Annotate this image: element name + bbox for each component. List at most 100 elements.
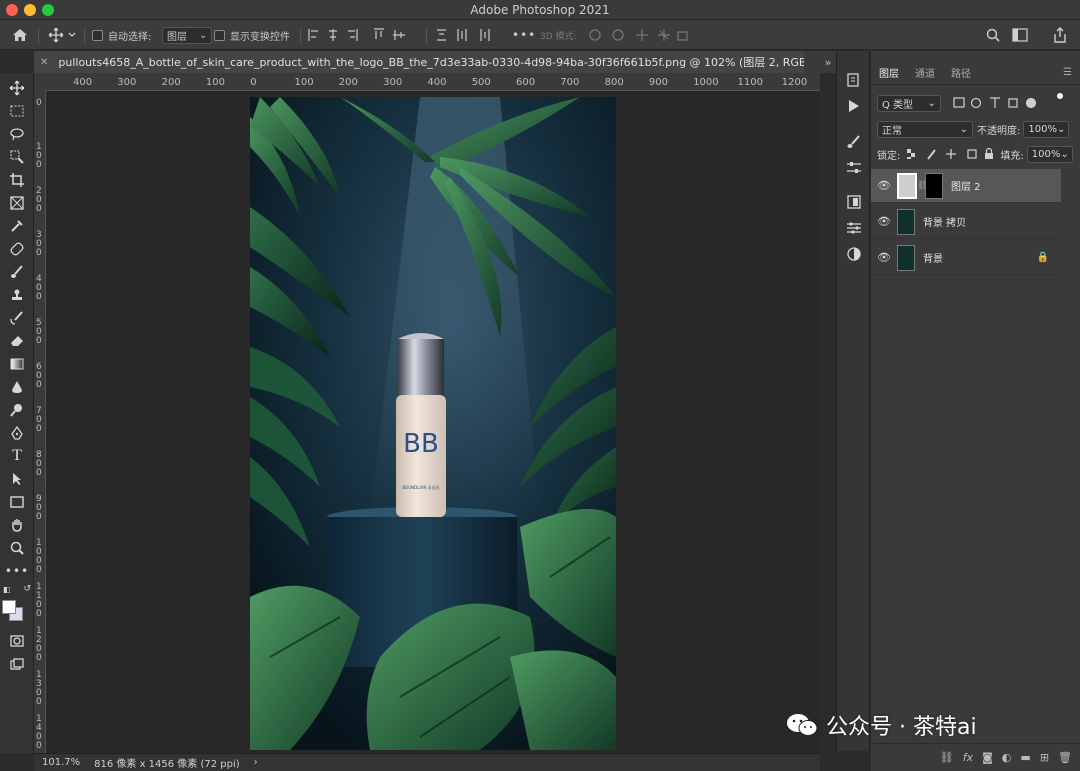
workspace-icon[interactable]	[1012, 26, 1028, 44]
marquee-tool-icon[interactable]	[5, 101, 29, 121]
trash-icon[interactable]: 🗑	[1058, 751, 1072, 764]
pen-tool-icon[interactable]	[5, 423, 29, 443]
history-brush-tool-icon[interactable]	[5, 308, 29, 328]
default-colors-icon[interactable]: ◧ ↺	[3, 583, 31, 595]
collapse-panels-icon[interactable]: »	[820, 51, 836, 73]
ruler-tick-label: 1 0 0 0	[36, 538, 42, 575]
hand-tool-icon[interactable]	[5, 515, 29, 535]
more-options-button[interactable]: •••	[512, 26, 536, 44]
zoom-tool-icon[interactable]	[5, 538, 29, 558]
auto-select-label: 自动选择:	[108, 31, 152, 43]
auto-select-target-value: 图层	[167, 31, 187, 43]
layer-row[interactable]: 👁 ⛓ 图层 2	[871, 169, 1061, 203]
panel-menu-icon[interactable]: ☰	[1063, 67, 1072, 78]
adjustment-icon[interactable]: ◐	[1002, 751, 1012, 764]
bottle-logo-text: BB	[403, 429, 439, 459]
close-tab-icon[interactable]: ✕	[40, 57, 48, 68]
crop-tool-icon[interactable]	[5, 170, 29, 190]
layer-row[interactable]: 👁 背景 拷贝	[871, 205, 1061, 239]
layer-name: 背景	[923, 254, 943, 265]
show-transform-label: 显示变换控件	[230, 31, 290, 43]
play-actions-icon[interactable]	[845, 97, 863, 115]
move-tool-icon[interactable]	[48, 26, 76, 44]
adjustments-panel-icon[interactable]	[845, 219, 863, 237]
layer-name: 图层 2	[951, 182, 981, 193]
eye-icon[interactable]: 👁	[871, 179, 897, 192]
align-icons[interactable]	[308, 28, 418, 42]
layer-filter-row: Q 类型 ⌄	[871, 92, 1080, 114]
checkbox-box[interactable]	[214, 29, 225, 41]
layer-row[interactable]: 👁 背景 🔒	[871, 241, 1061, 275]
share-icon[interactable]	[1052, 26, 1068, 44]
styles-panel-icon[interactable]	[845, 245, 863, 263]
tab-paths[interactable]: 路径	[951, 65, 971, 80]
lock-label: 锁定:	[877, 150, 901, 162]
gradient-tool-icon[interactable]	[5, 354, 29, 374]
move-tool-icon[interactable]	[5, 78, 29, 98]
properties-panel-icon[interactable]	[845, 193, 863, 211]
eraser-tool-icon[interactable]	[5, 331, 29, 351]
blur-tool-icon[interactable]	[5, 377, 29, 397]
layer-name: 背景 拷贝	[923, 218, 967, 229]
search-icon[interactable]	[986, 26, 1000, 44]
healing-brush-tool-icon[interactable]	[5, 239, 29, 259]
dodge-tool-icon[interactable]	[5, 400, 29, 420]
brush-settings-icon[interactable]	[845, 133, 863, 151]
quick-mask-icon[interactable]	[5, 631, 29, 651]
tab-channels[interactable]: 通道	[915, 65, 935, 80]
filter-icons[interactable]	[953, 93, 1063, 109]
3d-mode-label: 3D 模式:	[540, 31, 577, 42]
checkbox-box[interactable]	[92, 29, 103, 41]
tool-presets-icon[interactable]	[845, 159, 863, 177]
auto-select-checkbox[interactable]: 自动选择:	[92, 26, 151, 44]
edit-toolbar-icon[interactable]: •••	[5, 561, 29, 581]
home-icon[interactable]	[12, 26, 28, 44]
vertical-ruler: 0 1 0 0 2 0 0 3 0 0 4 0 0 5 0 0 6 0 0 7 0 0 8 0 …	[34, 91, 46, 753]
fill-input[interactable]: 100% ⌄	[1026, 145, 1073, 163]
new-layer-icon[interactable]: ⊞	[1040, 751, 1049, 764]
link-icon[interactable]: ⛓	[940, 751, 954, 764]
history-panel-icon[interactable]	[845, 71, 863, 89]
opacity-input[interactable]: 100% ⌄	[1023, 120, 1070, 138]
eye-icon[interactable]: 👁	[871, 215, 897, 228]
ruler-tick-label: 1100	[737, 77, 763, 88]
document-tab[interactable]: ✕ pullouts4658_A_bottle_of_skin_care_pro…	[34, 51, 804, 73]
frame-tool-icon[interactable]	[5, 193, 29, 213]
brush-tool-icon[interactable]	[5, 262, 29, 282]
rectangle-tool-icon[interactable]	[5, 492, 29, 512]
ruler-tick-label: 0	[36, 98, 42, 108]
filter-toggle-icon[interactable]	[1057, 93, 1063, 99]
chevron-down-icon: ⌄	[927, 97, 936, 109]
lasso-tool-icon[interactable]	[5, 124, 29, 144]
status-menu-arrow[interactable]: ›	[254, 757, 258, 768]
mask-icon[interactable]: ◙	[982, 751, 993, 764]
type-tool-icon[interactable]: T	[5, 446, 29, 466]
lock-icons[interactable]	[906, 148, 994, 160]
show-transform-checkbox[interactable]: 显示变换控件	[214, 26, 290, 44]
chevron-down-icon: ⌄	[1056, 123, 1066, 135]
path-selection-tool-icon[interactable]	[5, 469, 29, 489]
wechat-icon	[787, 714, 818, 736]
fx-icon[interactable]: fx	[963, 751, 973, 764]
layer-thumbnail	[897, 208, 915, 235]
folder-icon[interactable]: ▬	[1020, 751, 1030, 764]
layer-filter-dropdown[interactable]: Q 类型 ⌄	[877, 94, 941, 112]
quick-select-tool-icon[interactable]	[5, 147, 29, 167]
eye-icon[interactable]: 👁	[871, 251, 897, 264]
ruler-tick-label: 9 0 0	[36, 494, 42, 522]
auto-select-target-dropdown[interactable]: 图层 ⌄	[162, 26, 213, 44]
clone-stamp-tool-icon[interactable]	[5, 285, 29, 305]
zoom-level[interactable]: 101.7%	[42, 757, 80, 768]
screen-mode-icon[interactable]	[5, 654, 29, 674]
canvas-area[interactable]: BB BOUNDLIAN 半边天	[46, 91, 820, 753]
layer-mask-thumbnail[interactable]	[925, 172, 943, 199]
blend-mode-dropdown[interactable]: 正常 ⌄	[877, 120, 973, 138]
ruler-tick-label: 8 0 0	[36, 450, 42, 478]
foreground-color-swatch[interactable]	[2, 600, 16, 614]
ruler-corner	[34, 73, 46, 91]
distribute-icons[interactable]	[436, 26, 496, 44]
ruler-tick-label: 0	[250, 77, 257, 88]
tab-layers[interactable]: 图层	[879, 65, 899, 80]
document-canvas[interactable]: BB BOUNDLIAN 半边天	[250, 97, 616, 750]
eyedropper-tool-icon[interactable]	[5, 216, 29, 236]
